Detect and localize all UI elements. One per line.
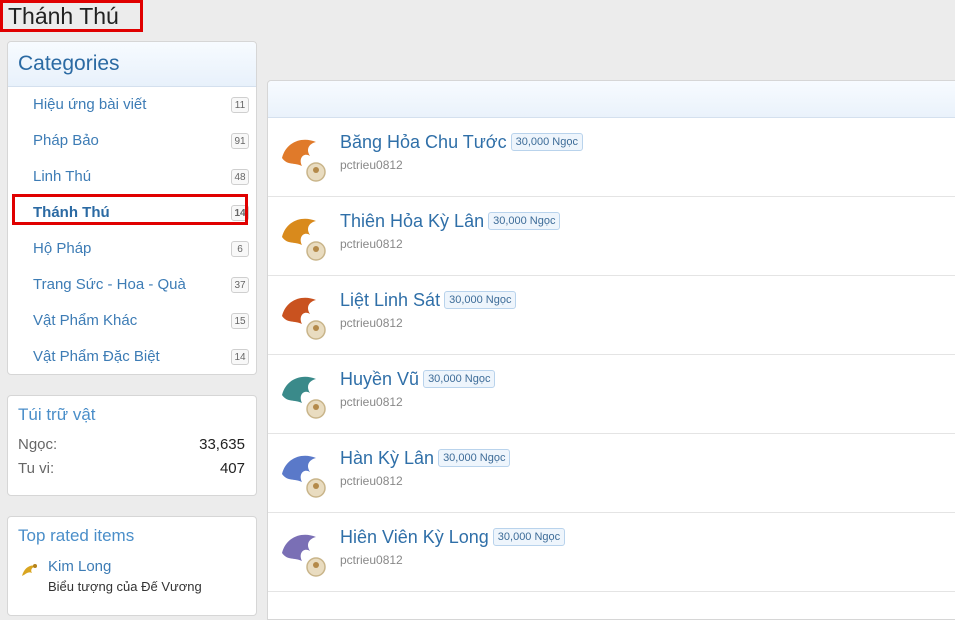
item-name[interactable]: Huyền Vũ — [340, 369, 419, 389]
top-rated-desc: Biểu tượng của Đế Vương — [48, 579, 202, 594]
item-title[interactable]: Huyền Vũ 30,000 Ngọc — [340, 369, 496, 390]
price-badge: 30,000 Ngọc — [438, 449, 511, 467]
item-title[interactable]: Thiên Hỏa Kỳ Lân 30,000 Ngọc — [340, 211, 561, 232]
item-name[interactable]: Băng Hỏa Chu Tước — [340, 132, 507, 152]
category-count: 14 — [231, 205, 249, 221]
item-title[interactable]: Băng Hỏa Chu Tước 30,000 Ngọc — [340, 132, 583, 153]
item-name[interactable]: Hàn Kỳ Lân — [340, 448, 434, 468]
category-item[interactable]: Hộ Pháp 6 — [8, 231, 256, 267]
top-rated-item[interactable]: Kim Long Biểu tượng của Đế Vương — [8, 554, 256, 598]
category-label: Hiệu ứng bài viết — [33, 96, 147, 113]
item-name[interactable]: Liệt Linh Sát — [340, 290, 440, 310]
category-label: Linh Thú — [33, 168, 92, 185]
categories-panel: Categories Hiệu ứng bài viết 11 Pháp Bảo 9… — [7, 41, 257, 375]
creature-icon — [282, 534, 326, 577]
creature-icon — [282, 139, 326, 182]
category-label: Trang Sức - Hoa - Quà — [33, 276, 186, 293]
price-badge: 30,000 Ngọc — [510, 133, 583, 151]
category-label: Pháp Bảo — [33, 132, 99, 149]
stat-value: 33,635 — [199, 436, 245, 453]
category-count: 14 — [231, 349, 249, 365]
seller-name[interactable]: pctrieu0812 — [340, 158, 403, 172]
stat-label: Tu vi: — [18, 460, 55, 477]
top-rated-title: Top rated items — [18, 526, 135, 545]
item-title[interactable]: Hiên Viên Kỳ Long 30,000 Ngọc — [340, 527, 566, 548]
category-count: 15 — [231, 313, 249, 329]
price-badge: 30,000 Ngọc — [444, 291, 517, 309]
category-count: 11 — [231, 97, 249, 113]
item-title[interactable]: Liệt Linh Sát 30,000 Ngọc — [340, 290, 517, 311]
creature-icon — [282, 455, 326, 498]
creature-icon — [282, 297, 326, 340]
stat-row-tuvi: Tu vi: 407 — [8, 457, 256, 481]
seller-name[interactable]: pctrieu0812 — [340, 395, 403, 409]
list-header — [268, 81, 955, 118]
category-label: Thánh Thú — [33, 204, 110, 221]
category-label: Hộ Pháp — [33, 240, 92, 257]
inventory-title: Túi trữ vật — [18, 405, 96, 424]
category-item-active[interactable]: Thánh Thú 14 — [8, 194, 256, 231]
stat-value: 407 — [219, 460, 245, 477]
price-badge: 30,000 Ngọc — [492, 528, 566, 546]
category-label: Vật Phẩm Đặc Biệt — [33, 348, 160, 365]
categories-header: Categories — [8, 42, 256, 87]
item-list: Băng Hỏa Chu Tước 30,000 Ngọc pctrieu0812 T… — [267, 80, 955, 620]
category-item[interactable]: Vật Phẩm Đặc Biệt 14 — [8, 339, 256, 375]
category-item[interactable]: Trang Sức - Hoa - Quà 37 — [8, 267, 256, 303]
category-count: 91 — [231, 133, 249, 149]
item-row[interactable]: Hàn Kỳ Lân 30,000 Ngọc pctrieu0812 — [268, 434, 955, 513]
seller-name[interactable]: pctrieu0812 — [340, 237, 403, 251]
category-count: 37 — [231, 277, 249, 293]
category-item[interactable]: Hiệu ứng bài viết 11 — [8, 87, 256, 123]
top-rated-name[interactable]: Kim Long — [48, 554, 256, 578]
price-badge: 30,000 Ngọc — [488, 212, 561, 230]
item-name[interactable]: Thiên Hỏa Kỳ Lân — [340, 211, 484, 231]
dragon-icon — [22, 564, 37, 576]
seller-name[interactable]: pctrieu0812 — [340, 474, 403, 488]
seller-name[interactable]: pctrieu0812 — [340, 316, 403, 330]
item-name[interactable]: Hiên Viên Kỳ Long — [340, 527, 489, 547]
category-count: 48 — [231, 169, 249, 185]
item-row[interactable]: Huyền Vũ 30,000 Ngọc pctrieu0812 — [268, 355, 955, 434]
category-item[interactable]: Vật Phẩm Khác 15 — [8, 303, 256, 339]
price-badge: 30,000 Ngọc — [423, 370, 496, 388]
category-label: Vật Phẩm Khác — [33, 312, 138, 329]
category-item[interactable]: Pháp Bảo 91 — [8, 123, 256, 159]
page-title: Thánh Thú — [0, 0, 143, 32]
inventory-panel: Túi trữ vật Ngọc: 33,635 Tu vi: 407 — [7, 395, 257, 496]
seller-name[interactable]: pctrieu0812 — [340, 553, 403, 567]
item-row[interactable]: Hiên Viên Kỳ Long 30,000 Ngọc pctrieu0812 — [268, 513, 955, 592]
category-item[interactable]: Linh Thú 48 — [8, 159, 256, 195]
category-count: 6 — [231, 241, 249, 257]
item-row[interactable]: Liệt Linh Sát 30,000 Ngọc pctrieu0812 — [268, 276, 955, 355]
creature-icon — [282, 218, 326, 261]
stat-label: Ngọc: — [18, 436, 58, 453]
stat-row-ngoc: Ngọc: 33,635 — [8, 433, 256, 457]
creature-icon — [282, 376, 326, 419]
item-row[interactable]: Thiên Hỏa Kỳ Lân 30,000 Ngọc pctrieu0812 — [268, 197, 955, 276]
top-rated-panel: Top rated items Kim Long Biểu tượng của … — [7, 516, 257, 616]
item-row[interactable]: Băng Hỏa Chu Tước 30,000 Ngọc pctrieu0812 — [268, 118, 955, 197]
item-title[interactable]: Hàn Kỳ Lân 30,000 Ngọc — [340, 448, 511, 469]
